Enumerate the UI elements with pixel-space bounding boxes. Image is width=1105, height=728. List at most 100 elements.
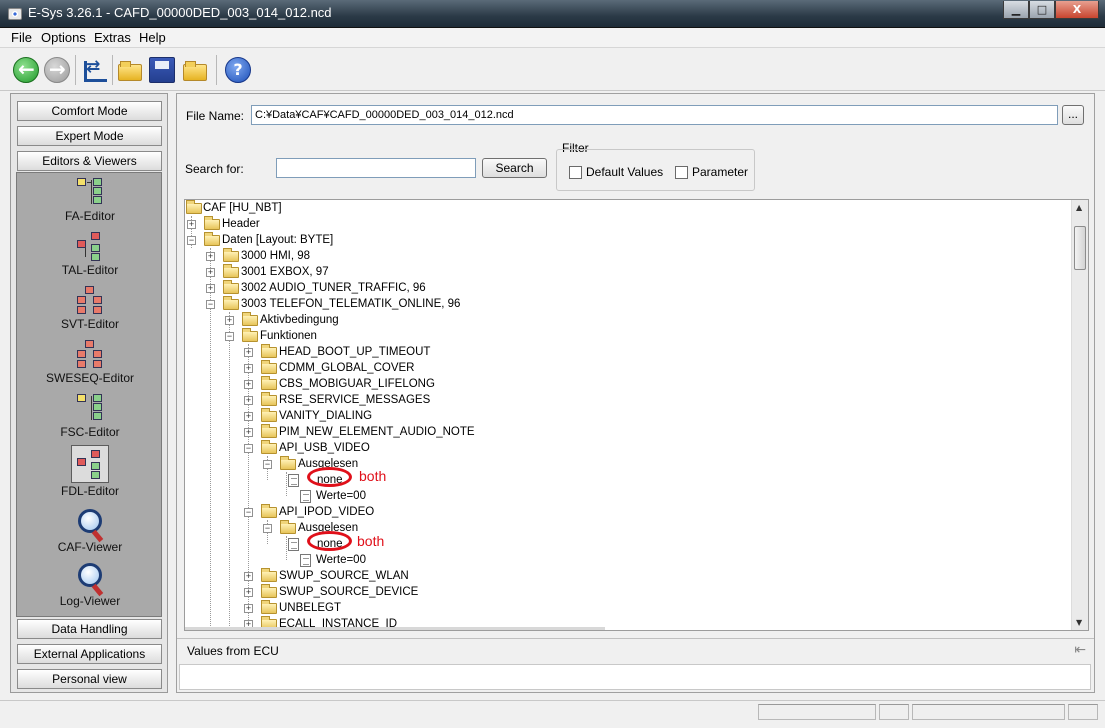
tool-tal-editor[interactable]: TAL-Editor <box>17 230 163 277</box>
tree-horizontal-scrollbar[interactable] <box>185 627 605 630</box>
folder-icon <box>223 280 239 294</box>
document-icon <box>300 490 311 503</box>
expert-mode-button[interactable]: Expert Mode <box>17 126 162 146</box>
dock-icon[interactable]: ⇤ <box>1074 642 1086 658</box>
tool-fdl-editor[interactable]: FDL-Editor <box>17 445 163 498</box>
folder-open-icon <box>280 456 296 470</box>
back-icon[interactable] <box>13 57 39 83</box>
annotation-label: both <box>357 533 385 549</box>
menu-extras[interactable]: Extras <box>94 30 131 45</box>
data-handling-button[interactable]: Data Handling <box>17 619 162 639</box>
expand-icon[interactable]: + <box>244 428 253 437</box>
save-icon[interactable] <box>149 57 175 83</box>
expand-icon[interactable]: + <box>225 316 234 325</box>
values-from-ecu-header: Values from ECU ⇤ <box>177 638 1094 663</box>
folder-icon <box>261 584 277 598</box>
scroll-thumb[interactable] <box>1074 226 1086 270</box>
caf-tree[interactable]: CAF [HU_NBT] + Header − Daten [Layout: B… <box>184 199 1089 631</box>
tool-label: Log-Viewer <box>59 594 121 608</box>
expand-icon[interactable]: + <box>206 252 215 261</box>
values-from-ecu-title: Values from ECU <box>187 644 279 658</box>
expand-icon[interactable]: + <box>244 396 253 405</box>
comfort-mode-button[interactable]: Comfort Mode <box>17 101 162 121</box>
expand-icon[interactable]: + <box>244 604 253 613</box>
expand-icon[interactable]: + <box>244 412 253 421</box>
tool-label: FSC-Editor <box>60 425 120 439</box>
fdl-editor-icon <box>71 445 109 483</box>
fa-editor-icon <box>74 176 106 208</box>
parameter-checkbox[interactable] <box>675 166 688 179</box>
open-file-icon[interactable] <box>181 57 207 83</box>
expand-icon[interactable]: + <box>244 364 253 373</box>
annotation-label: both <box>359 468 387 484</box>
collapse-icon[interactable]: − <box>244 508 253 517</box>
folder-icon <box>261 392 277 406</box>
status-cell <box>879 704 909 720</box>
tool-label: FDL-Editor <box>60 484 119 498</box>
expand-icon[interactable]: + <box>244 348 253 357</box>
log-viewer-icon <box>74 561 106 593</box>
open-folder-icon[interactable] <box>116 57 142 83</box>
tool-label: SVT-Editor <box>60 317 120 331</box>
personal-view-button[interactable]: Personal view <box>17 669 162 689</box>
collapse-icon[interactable]: − <box>225 332 234 341</box>
tree-vertical-scrollbar[interactable]: ▲ ▼ <box>1071 200 1088 630</box>
annotation-circle <box>307 531 352 551</box>
search-button[interactable]: Search <box>482 158 547 178</box>
status-cell <box>912 704 1065 720</box>
collapse-icon[interactable]: − <box>187 236 196 245</box>
collapse-icon[interactable]: − <box>263 460 272 469</box>
folder-icon <box>242 312 258 326</box>
menu-file[interactable]: File <box>11 30 32 45</box>
tool-caf-viewer[interactable]: CAF-Viewer <box>17 507 163 554</box>
fsc-editor-icon <box>74 392 106 424</box>
folder-icon <box>261 408 277 422</box>
folder-open-icon <box>261 440 277 454</box>
collapse-icon[interactable]: − <box>244 444 253 453</box>
expand-icon[interactable]: + <box>244 380 253 389</box>
folder-open-icon <box>204 232 220 246</box>
tool-svt-editor[interactable]: SVT-Editor <box>17 284 163 331</box>
tool-fsc-editor[interactable]: FSC-Editor <box>17 392 163 439</box>
menu-help[interactable]: Help <box>139 30 166 45</box>
tool-label: SWESEQ-Editor <box>45 371 135 385</box>
forward-icon[interactable] <box>44 57 70 83</box>
expand-icon[interactable]: + <box>244 588 253 597</box>
file-name-field[interactable]: C:¥Data¥CAF¥CAFD_00000DED_003_014_012.nc… <box>251 105 1058 125</box>
close-button[interactable]: X <box>1055 1 1099 19</box>
folder-icon <box>204 216 220 230</box>
help-icon[interactable]: ? <box>225 57 251 83</box>
menu-options[interactable]: Options <box>41 30 86 45</box>
tool-fa-editor[interactable]: FA-Editor <box>17 176 163 223</box>
folder-open-icon <box>186 200 202 214</box>
folder-open-icon <box>223 296 239 310</box>
scroll-down-icon[interactable]: ▼ <box>1076 618 1082 627</box>
maximize-button[interactable]: □ <box>1029 1 1055 19</box>
status-bar <box>0 700 1105 728</box>
minimize-button[interactable]: ▁ <box>1003 1 1029 19</box>
editors-viewers-button[interactable]: Editors & Viewers <box>17 151 162 171</box>
expand-icon[interactable]: + <box>206 268 215 277</box>
folder-icon <box>223 248 239 262</box>
connect-icon[interactable] <box>81 57 107 83</box>
tools-area: FA-Editor TAL-Editor SVT-Editor SWESEQ-E… <box>16 172 162 617</box>
expand-icon[interactable]: + <box>244 572 253 581</box>
external-applications-button[interactable]: External Applications <box>17 644 162 664</box>
sidebar: Comfort Mode Expert Mode Editors & Viewe… <box>10 93 168 693</box>
expand-icon[interactable]: + <box>187 220 196 229</box>
default-values-checkbox[interactable] <box>569 166 582 179</box>
scroll-up-icon[interactable]: ▲ <box>1076 203 1082 212</box>
search-input[interactable] <box>276 158 476 178</box>
expand-icon[interactable]: + <box>206 284 215 293</box>
tool-sweseq-editor[interactable]: SWESEQ-Editor <box>17 338 163 385</box>
toolbar-separator <box>75 55 76 85</box>
collapse-icon[interactable]: − <box>263 524 272 533</box>
toolbar-separator <box>112 55 113 85</box>
browse-button[interactable]: ... <box>1062 105 1084 125</box>
tool-log-viewer[interactable]: Log-Viewer <box>17 561 163 608</box>
document-icon <box>300 554 311 567</box>
values-from-ecu-area <box>179 664 1091 690</box>
annotation-circle <box>307 467 352 487</box>
folder-icon <box>261 376 277 390</box>
collapse-icon[interactable]: − <box>206 300 215 309</box>
